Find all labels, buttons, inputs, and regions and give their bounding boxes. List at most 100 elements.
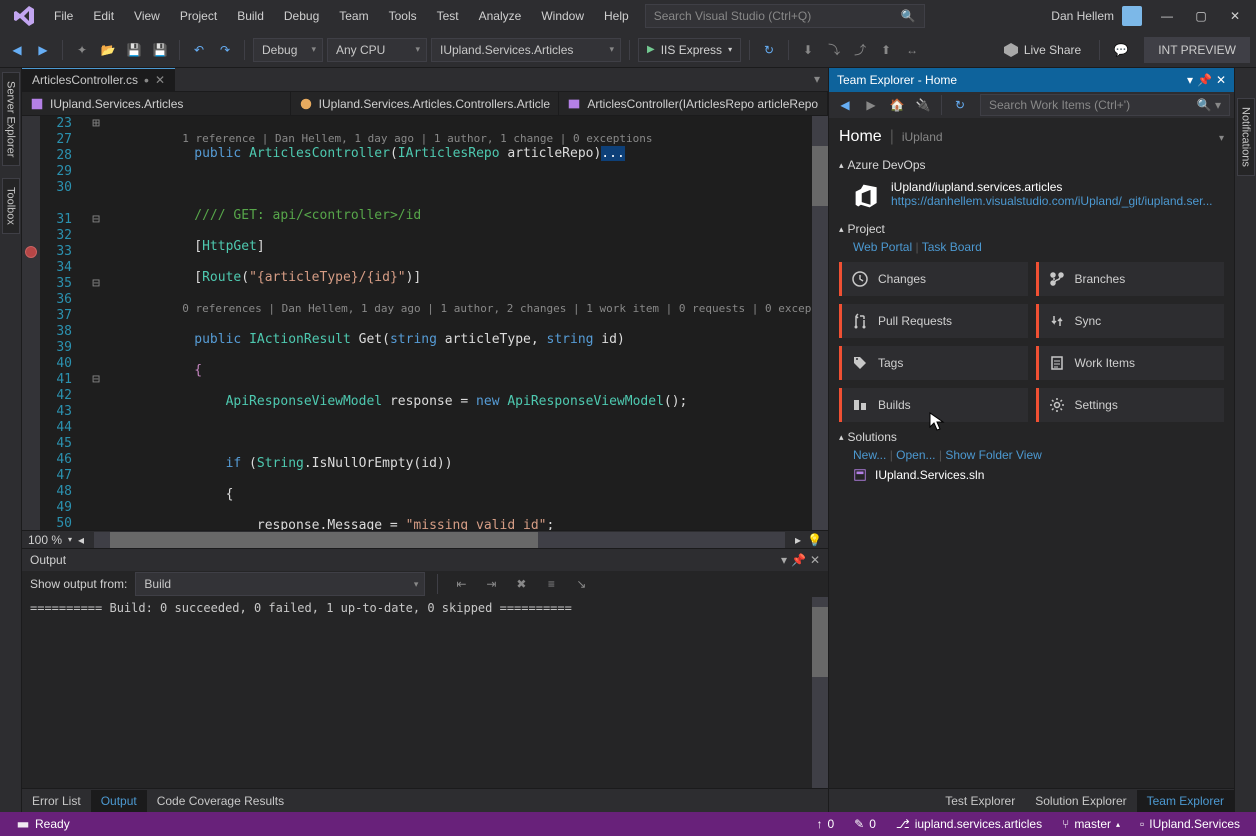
te-close-icon[interactable]: ✕ <box>1216 73 1226 87</box>
status-solution[interactable]: ▫ IUpland.Services <box>1130 817 1250 831</box>
code-body[interactable]: 1 reference | Dan Hellem, 1 day ago | 1 … <box>112 116 828 530</box>
te-devops-header[interactable]: ▴ Azure DevOps <box>839 158 1224 172</box>
notifications-tab[interactable]: Notifications <box>1237 98 1255 176</box>
te-crumb-dropdown-icon[interactable]: ▾ <box>1219 133 1224 144</box>
te-pin-icon[interactable]: 📌 <box>1197 73 1212 87</box>
menu-edit[interactable]: Edit <box>83 2 124 30</box>
breakpoint-gutter[interactable] <box>22 116 40 530</box>
te-tags-card[interactable]: Tags <box>839 346 1028 380</box>
new-project-button[interactable]: ✦ <box>71 39 93 61</box>
zoom-level[interactable]: 100 % <box>28 533 62 547</box>
nav-class-dropdown[interactable]: IUpland.Services.Articles.Controllers.Ar… <box>291 92 560 115</box>
te-breadcrumb[interactable]: Home | iUpland ▾ <box>839 124 1224 150</box>
error-list-tab[interactable]: Error List <box>22 790 91 812</box>
te-home-icon[interactable]: 🏠 <box>885 94 909 116</box>
menu-view[interactable]: View <box>124 2 170 30</box>
int-preview-badge[interactable]: INT PREVIEW <box>1144 37 1250 63</box>
code-vscrollbar[interactable] <box>812 116 828 530</box>
menu-tools[interactable]: Tools <box>379 2 427 30</box>
code-coverage-tab[interactable]: Code Coverage Results <box>147 790 294 812</box>
run-button[interactable]: ▶ IIS Express ▾ <box>638 38 741 62</box>
startup-dropdown[interactable]: IUpland.Services.Articles <box>431 38 621 62</box>
output-pin-icon[interactable]: 📌 <box>791 553 806 567</box>
open-file-button[interactable]: 📂 <box>97 39 119 61</box>
global-search[interactable]: Search Visual Studio (Ctrl+Q) 🔍 <box>645 4 925 28</box>
te-solution-item[interactable]: IUpland.Services.sln <box>839 462 1224 482</box>
te-web-portal-link[interactable]: Web Portal <box>853 240 912 254</box>
output-goto-icon[interactable]: ↘ <box>570 573 592 595</box>
feedback-button[interactable]: 💬 <box>1110 39 1132 61</box>
output-prev-icon[interactable]: ⇤ <box>450 573 472 595</box>
close-tab-icon[interactable]: ✕ <box>155 73 165 87</box>
te-forward-icon[interactable]: ▶ <box>859 94 883 116</box>
close-button[interactable]: ✕ <box>1218 3 1252 29</box>
step-button-2[interactable]: ↔ <box>901 39 923 61</box>
output-source-dropdown[interactable]: Build <box>135 572 425 596</box>
step-button[interactable]: ⬆ <box>875 39 897 61</box>
menu-file[interactable]: File <box>44 2 83 30</box>
menu-analyze[interactable]: Analyze <box>469 2 532 30</box>
save-button[interactable]: 💾 <box>123 39 145 61</box>
step-into-button[interactable]: ⬇ <box>797 39 819 61</box>
tab-overflow-icon[interactable]: ▾ <box>806 68 828 91</box>
liveshare-button[interactable]: Live Share <box>995 39 1089 61</box>
status-publish[interactable]: ↑ 0 <box>806 817 844 831</box>
redo-button[interactable]: ↷ <box>214 39 236 61</box>
status-changes[interactable]: ✎ 0 <box>844 817 886 831</box>
te-refresh-icon[interactable]: ↻ <box>948 94 972 116</box>
config-dropdown[interactable]: Debug <box>253 38 323 62</box>
code-hscrollbar[interactable] <box>94 532 785 548</box>
menu-test[interactable]: Test <box>427 2 469 30</box>
hscroll-right-icon[interactable]: ▸ <box>795 533 801 547</box>
step-over-button[interactable]: ⤵ <box>823 39 845 61</box>
output-dropdown-icon[interactable]: ▾ <box>781 553 787 567</box>
step-out-button[interactable]: ⤴ <box>849 39 871 61</box>
platform-dropdown[interactable]: Any CPU <box>327 38 427 62</box>
nav-back-button[interactable]: ◀ <box>6 39 28 61</box>
te-changes-card[interactable]: Changes <box>839 262 1028 296</box>
doc-tab-active[interactable]: ArticlesController.cs • ✕ <box>22 68 175 91</box>
te-dropdown-icon[interactable]: ▾ <box>1187 73 1193 87</box>
status-repo[interactable]: ⎇ iupland.services.articles <box>886 817 1052 831</box>
te-new-sln-link[interactable]: New... <box>853 448 886 462</box>
nav-forward-button[interactable]: ▶ <box>32 39 54 61</box>
toolbox-tab[interactable]: Toolbox <box>2 178 20 234</box>
menu-team[interactable]: Team <box>329 2 378 30</box>
output-next-icon[interactable]: ⇥ <box>480 573 502 595</box>
lightbulb-icon[interactable]: 💡 <box>807 533 822 547</box>
output-vscrollbar[interactable] <box>812 597 828 788</box>
solution-explorer-tab[interactable]: Solution Explorer <box>1025 790 1136 812</box>
output-tab[interactable]: Output <box>91 790 147 812</box>
menu-project[interactable]: Project <box>170 2 227 30</box>
te-folder-view-link[interactable]: Show Folder View <box>945 448 1042 462</box>
output-close-icon[interactable]: ✕ <box>810 553 820 567</box>
te-pullrequests-card[interactable]: Pull Requests <box>839 304 1028 338</box>
te-workitems-card[interactable]: Work Items <box>1036 346 1225 380</box>
menu-debug[interactable]: Debug <box>274 2 329 30</box>
hscroll-left-icon[interactable]: ◂ <box>78 533 84 547</box>
refresh-button[interactable]: ↻ <box>758 39 780 61</box>
te-open-sln-link[interactable]: Open... <box>896 448 935 462</box>
menu-window[interactable]: Window <box>531 2 594 30</box>
te-back-icon[interactable]: ◀ <box>833 94 857 116</box>
te-settings-card[interactable]: Settings <box>1036 388 1225 422</box>
user-area[interactable]: Dan Hellem <box>1043 6 1150 26</box>
server-explorer-tab[interactable]: Server Explorer <box>2 72 20 166</box>
te-solutions-header[interactable]: ▴ Solutions <box>839 430 1224 444</box>
menu-build[interactable]: Build <box>227 2 274 30</box>
te-project-header[interactable]: ▴ Project <box>839 222 1224 236</box>
fold-gutter[interactable]: ⊞ ⊟ ⊟ ⊟ <box>80 116 112 530</box>
save-all-button[interactable]: 💾 <box>149 39 171 61</box>
output-clear-icon[interactable]: ✖ <box>510 573 532 595</box>
output-wrap-icon[interactable]: ≡ <box>540 573 562 595</box>
te-connect-icon[interactable]: 🔌 <box>911 94 935 116</box>
team-explorer-tab-bottom[interactable]: Team Explorer <box>1137 790 1234 812</box>
minimize-button[interactable]: — <box>1150 3 1184 29</box>
te-repo-url[interactable]: https://danhellem.visualstudio.com/iUpla… <box>891 194 1213 208</box>
te-task-board-link[interactable]: Task Board <box>922 240 982 254</box>
menu-help[interactable]: Help <box>594 2 639 30</box>
code-editor[interactable]: 23 27 28 29 30 31 32 33 34 35 36 37 38 3… <box>22 116 828 530</box>
maximize-button[interactable]: ▢ <box>1184 3 1218 29</box>
undo-button[interactable]: ↶ <box>188 39 210 61</box>
test-explorer-tab[interactable]: Test Explorer <box>935 790 1025 812</box>
